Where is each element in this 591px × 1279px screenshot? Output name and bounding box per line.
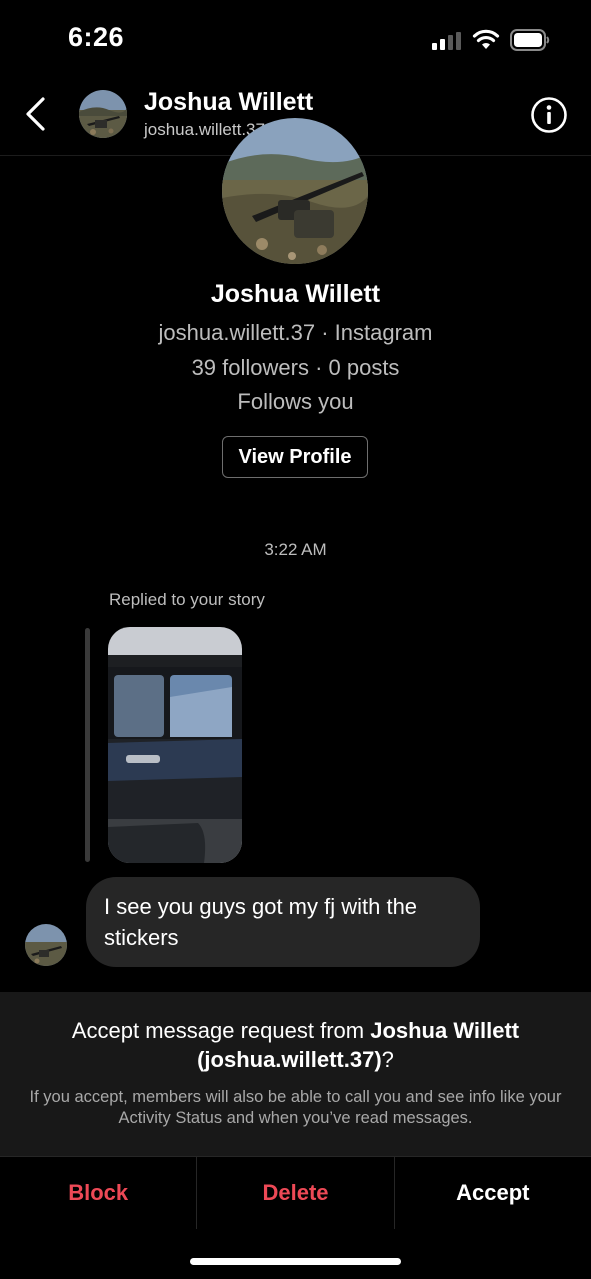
request-subtitle: If you accept, members will also be able… — [29, 1088, 562, 1127]
back-chevron-icon[interactable] — [22, 96, 48, 132]
request-title-username: (joshua.willett.37) — [197, 1047, 382, 1072]
profile-name: Joshua Willett — [210, 280, 381, 308]
sender-avatar[interactable] — [25, 924, 67, 966]
header-name[interactable]: Joshua Willett — [144, 88, 313, 117]
battery-icon — [510, 29, 550, 51]
delete-button[interactable]: Delete — [196, 1157, 393, 1229]
accept-button[interactable]: Accept — [393, 1157, 591, 1229]
follows-you-label: Follows you — [237, 389, 354, 414]
profile-avatar[interactable] — [222, 118, 368, 264]
profile-stats: 39 followers · 0 posts — [191, 355, 400, 380]
story-thumbnail[interactable] — [108, 627, 242, 863]
view-profile-button[interactable]: View Profile — [222, 436, 368, 478]
block-button[interactable]: Block — [0, 1157, 196, 1229]
story-reply-label: Replied to your story — [109, 590, 265, 609]
request-title-name: Joshua Willett — [370, 1018, 520, 1043]
header-avatar[interactable] — [79, 90, 127, 138]
status-time: 6:26 — [68, 22, 125, 52]
home-indicator[interactable] — [190, 1258, 401, 1265]
profile-username-line: joshua.willett.37 · Instagram — [158, 320, 433, 345]
cellular-signal-icon — [432, 32, 462, 50]
request-actions: Block Delete Accept — [0, 1156, 591, 1229]
message-timestamp: 3:22 AM — [264, 540, 327, 559]
wifi-icon — [472, 29, 500, 51]
request-title: Accept message request from Joshua Wille… — [71, 1018, 520, 1072]
reply-indicator-bar — [85, 628, 90, 862]
message-bubble[interactable]: I see you guys got my fj with the sticke… — [86, 877, 480, 967]
info-icon[interactable] — [530, 96, 568, 134]
